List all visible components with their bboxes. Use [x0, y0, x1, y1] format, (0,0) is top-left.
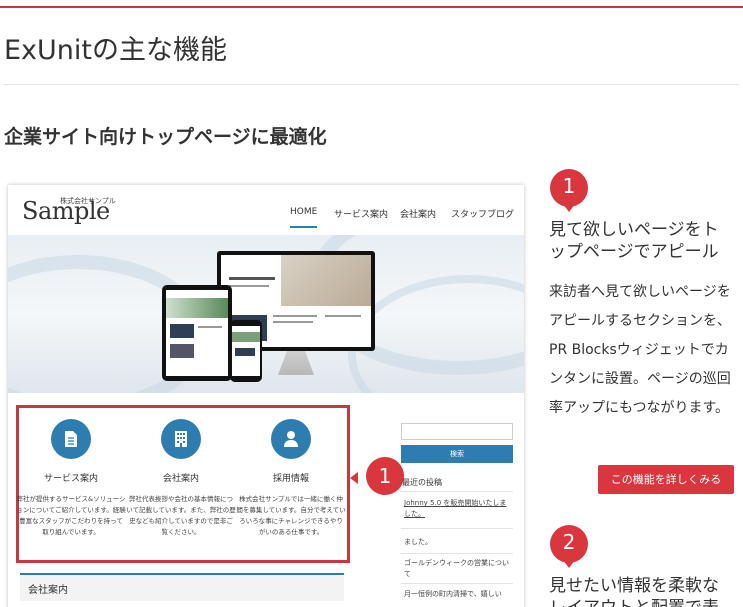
preview-recruit-text: 株式会社サンプルでは一緒に働く仲間を募集しています。自分で考えていろいろな事にチ… [236, 495, 346, 536]
preview-service-title: サービス案内 [43, 474, 98, 484]
preview-search-button: 検索 [401, 445, 513, 463]
feature-number: 2 [562, 530, 576, 554]
preview-post: 月一恒例の町内清掃で、嬉しい [404, 590, 502, 598]
preview-hero [8, 235, 524, 393]
section-divider [4, 84, 739, 85]
section-subtitle: 企業サイト向けトップページに最適化 [4, 126, 327, 148]
feature-details-button[interactable]: この機能を詳しくみる [598, 465, 734, 494]
feature-heading: 見せたい情報を柔軟なレイアウトと配置で表 [549, 576, 719, 607]
feature-heading: 見て欲しいページをトップページでアピール [549, 220, 719, 262]
feature-number: 1 [562, 174, 576, 198]
callout-badge: 1 [366, 457, 404, 495]
preview-search-input [401, 423, 513, 440]
monitor-stand [278, 351, 314, 375]
preview-recent-heading: 最近の投稿 [402, 478, 442, 487]
preview-recruit-title: 採用情報 [272, 474, 309, 484]
preview-company-heading: 会社案内 [20, 573, 344, 601]
feature-badge-1: 1 [549, 168, 589, 212]
callout-pointer [350, 472, 358, 484]
top-rule [0, 6, 743, 8]
feature-description: 来訪者へ見て欲しいページをアピールするセクションを、PR Blocksウィジェッ… [549, 284, 731, 416]
person-icon [271, 419, 311, 459]
slider-dots [258, 384, 278, 393]
preview-company-title: 会社案内 [162, 474, 199, 484]
preview-company-block: 会社案内 弊社代表挨拶や会社の基本情報について記載しています。また、弊社の歴史な… [126, 419, 236, 538]
tablet-image [162, 285, 232, 381]
preview-nav-service: サービス案内 [334, 210, 389, 220]
building-icon [161, 419, 201, 459]
preview-recruit-block: 採用情報 株式会社サンプルでは一緒に働く仲間を募集しています。自分で考えていろい… [236, 419, 346, 538]
document-icon [51, 419, 91, 459]
preview-logo: Sample [22, 197, 110, 225]
preview-nav-blog: スタッフブログ [451, 210, 515, 220]
feature-badge-2: 2 [549, 524, 589, 568]
feature-preview-image: 株式会社サンプル Sample HOME サービス案内 会社案内 スタッフブログ [8, 185, 524, 607]
preview-post: Johnny 5.0 を販売開始いたしました。 [404, 499, 507, 518]
preview-nav-home: HOME [290, 207, 318, 228]
preview-post: ゴールデンウィークの営業について [404, 559, 509, 578]
page-title: ExUnitの主な機能 [4, 35, 228, 66]
preview-nav-company: 会社案内 [400, 210, 437, 220]
preview-service-text: 弊社が提供するサービス&ソリューションについてご紹介しています。経験豊富なスタッ… [16, 495, 126, 536]
preview-company-text: 弊社代表挨拶や会社の基本情報について記載しています。また、弊社の歴史なども紹介し… [126, 495, 236, 536]
preview-service-block: サービス案内 弊社が提供するサービス&ソリューションについてご紹介しています。経… [16, 419, 126, 538]
preview-post: ました。 [404, 538, 432, 546]
phone-image [230, 320, 262, 382]
